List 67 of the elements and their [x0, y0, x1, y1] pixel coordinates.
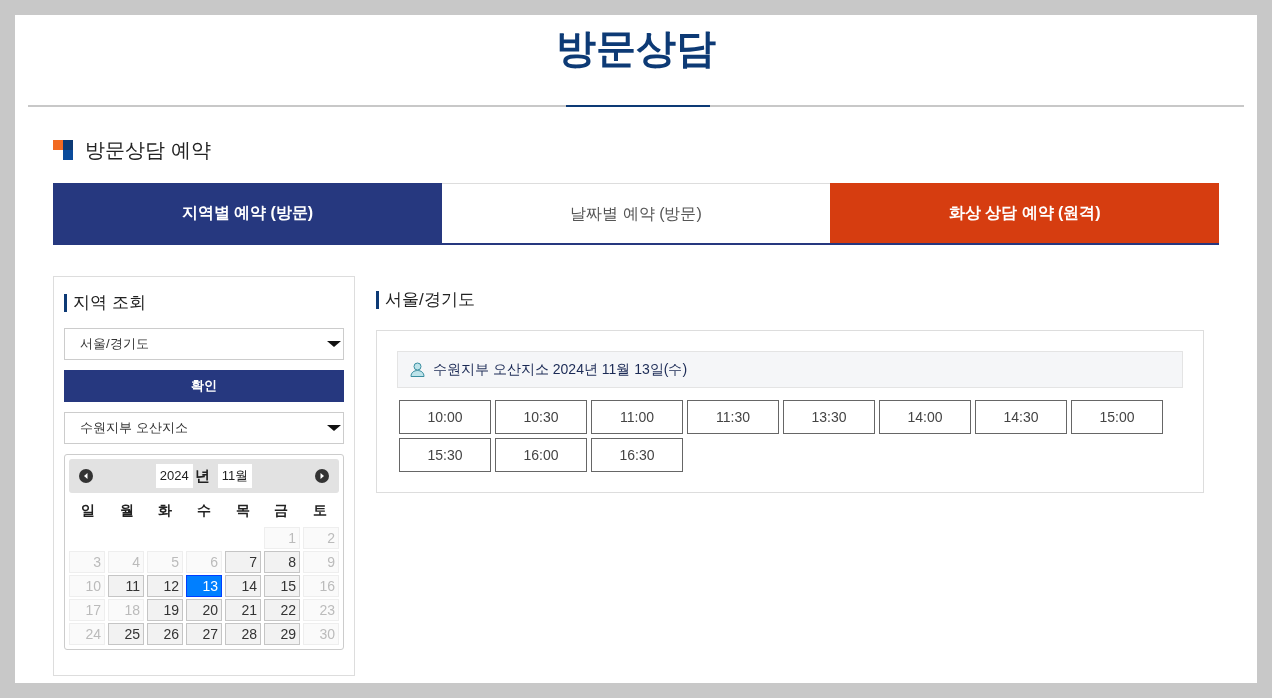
- calendar-day[interactable]: 13: [186, 575, 222, 597]
- previous-icon[interactable]: [79, 469, 93, 483]
- calendar-day: 18: [108, 599, 144, 621]
- calendar-day[interactable]: 15: [264, 575, 300, 597]
- content-heading: 서울/경기도: [385, 289, 475, 312]
- weekday-label: 월: [118, 500, 135, 520]
- time-slot-button[interactable]: 14:30: [975, 400, 1067, 434]
- weekday-label: 토: [311, 500, 328, 520]
- calendar-day[interactable]: 26: [147, 623, 183, 645]
- calendar-day[interactable]: 7: [225, 551, 261, 573]
- calendar-day: 5: [147, 551, 183, 573]
- region-select[interactable]: 서울/경기도: [64, 328, 344, 360]
- time-slot-button[interactable]: 15:30: [399, 438, 491, 472]
- weekday-label: 일: [80, 500, 97, 520]
- time-slot-button[interactable]: 13:30: [783, 400, 875, 434]
- calendar-day[interactable]: 19: [147, 599, 183, 621]
- calendar-day: 24: [69, 623, 105, 645]
- weekday-label: 목: [234, 500, 251, 520]
- next-icon[interactable]: [315, 469, 329, 483]
- time-slot-button[interactable]: 15:00: [1071, 400, 1163, 434]
- calendar-day: 3: [69, 551, 105, 573]
- calendar-day[interactable]: 22: [264, 599, 300, 621]
- weekday-label: 수: [196, 500, 212, 520]
- calendar-day: 30: [303, 623, 339, 645]
- calendar-day: 23: [303, 599, 339, 621]
- time-slot-button[interactable]: 10:30: [495, 400, 587, 434]
- section-marker-icon: [53, 140, 73, 160]
- time-slot-button[interactable]: 11:00: [591, 400, 683, 434]
- calendar-day[interactable]: 11: [108, 575, 144, 597]
- tab[interactable]: 화상 상담 예약 (원격): [830, 183, 1219, 243]
- calendar-day: 16: [303, 575, 339, 597]
- weekday-label: 화: [157, 500, 174, 520]
- time-slot-button[interactable]: 16:30: [591, 438, 683, 472]
- sidebar-heading: 지역 조회: [73, 292, 146, 315]
- calendar-day: 4: [108, 551, 144, 573]
- calendar-day: 17: [69, 599, 105, 621]
- calendar-day[interactable]: 21: [225, 599, 261, 621]
- time-slot-button[interactable]: 14:00: [879, 400, 971, 434]
- time-slot-button[interactable]: 10:00: [399, 400, 491, 434]
- calendar-day[interactable]: 14: [225, 575, 261, 597]
- calendar-day: 10: [69, 575, 105, 597]
- year-label: 년: [194, 465, 210, 486]
- calendar-day[interactable]: 20: [186, 599, 222, 621]
- section-title: 방문상담 예약: [85, 138, 211, 163]
- year-select[interactable]: 2024: [155, 464, 193, 488]
- calendar-day[interactable]: 25: [108, 623, 144, 645]
- calendar-day: 2: [303, 527, 339, 549]
- time-slot-button[interactable]: 11:30: [687, 400, 779, 434]
- caret-icon: [327, 341, 341, 347]
- calendar-day[interactable]: 12: [147, 575, 183, 597]
- confirm-button[interactable]: 확인: [64, 370, 344, 402]
- calendar-day[interactable]: 8: [264, 551, 300, 573]
- person-icon: [410, 362, 425, 377]
- calendar-day: 6: [186, 551, 222, 573]
- calendar-day: 9: [303, 551, 339, 573]
- office-select[interactable]: 수원지부 오산지소: [64, 412, 344, 444]
- calendar-day[interactable]: 28: [225, 623, 261, 645]
- time-slot-button[interactable]: 16:00: [495, 438, 587, 472]
- calendar-day[interactable]: 29: [264, 623, 300, 645]
- calendar-day[interactable]: 27: [186, 623, 222, 645]
- page-title: 방문상담: [556, 25, 716, 72]
- caret-icon: [327, 425, 341, 431]
- calendar-day: 1: [264, 527, 300, 549]
- office-date-text: 수원지부 오산지소 2024년 11월 13일(수): [433, 360, 688, 379]
- month-select[interactable]: 11월: [217, 464, 253, 488]
- tab[interactable]: 지역별 예약 (방문): [53, 183, 442, 243]
- weekday-label: 금: [273, 500, 290, 520]
